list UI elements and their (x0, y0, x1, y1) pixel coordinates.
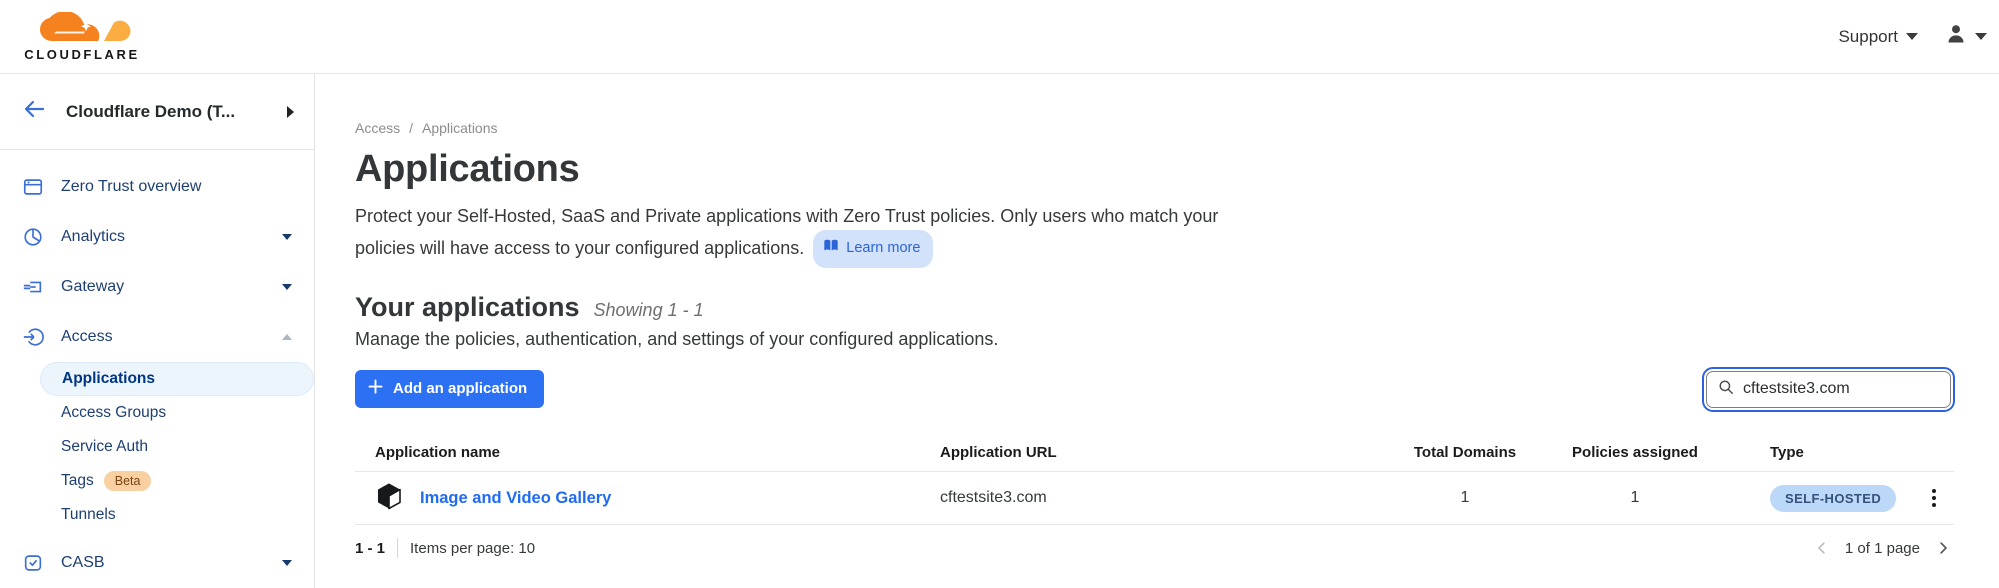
section-title: Your applications (355, 292, 580, 323)
search-input[interactable] (1743, 380, 1940, 398)
breadcrumb-applications[interactable]: Applications (422, 120, 498, 136)
sidebar-item-applications[interactable]: Applications (40, 362, 314, 396)
account-name: Cloudflare Demo (T... (66, 102, 287, 122)
section-description: Manage the policies, authentication, and… (355, 329, 1954, 350)
chevron-right-icon (287, 106, 294, 118)
overview-icon (22, 176, 44, 198)
breadcrumb: Access / Applications (355, 120, 1954, 136)
pagination-range: 1 - 1 (355, 540, 385, 557)
support-label: Support (1838, 27, 1898, 47)
items-per-page: Items per page: 10 (410, 540, 535, 557)
total-domains-cell: 1 (1390, 489, 1540, 507)
table-row: Image and Video Gallery cftestsite3.com … (355, 472, 1954, 525)
sidebar-item-label: Analytics (61, 228, 282, 246)
main-content: Access / Applications Applications Prote… (315, 74, 1999, 588)
book-icon (823, 233, 839, 264)
chevron-down-icon (1975, 33, 1987, 40)
col-application-name: Application name (355, 444, 940, 461)
support-menu[interactable]: Support (1838, 27, 1918, 47)
sidebar-item-casb[interactable]: CASB (0, 538, 314, 588)
cloudflare-cloud-icon (30, 12, 134, 49)
type-badge: SELF-HOSTED (1770, 485, 1896, 512)
sidebar: Cloudflare Demo (T... Zero Trust overvie… (0, 74, 315, 588)
top-header: CLOUDFLARE Support (0, 0, 1999, 74)
sidebar-item-access-groups[interactable]: Access Groups (0, 396, 314, 430)
sub-item-label: Applications (62, 370, 155, 388)
sidebar-item-analytics[interactable]: Analytics (0, 212, 314, 262)
table-header-row: Application name Application URL Total D… (355, 434, 1954, 472)
access-icon (22, 326, 44, 348)
app-cube-icon (375, 482, 403, 515)
application-link[interactable]: Image and Video Gallery (420, 489, 611, 508)
col-type: Type (1730, 444, 1914, 461)
learn-more-label: Learn more (846, 233, 920, 264)
page-description-text: Protect your Self-Hosted, SaaS and Priva… (355, 206, 1218, 258)
account-user-menu[interactable] (1944, 22, 1987, 51)
analytics-icon (22, 226, 44, 248)
add-application-button[interactable]: Add an application (355, 370, 544, 408)
learn-more-button[interactable]: Learn more (813, 230, 933, 268)
back-arrow-icon[interactable] (22, 97, 46, 126)
access-subnav: Applications Access Groups Service Auth … (0, 362, 314, 532)
plus-icon (368, 379, 383, 398)
search-icon (1717, 378, 1735, 401)
chevron-down-icon (282, 284, 292, 290)
sidebar-item-label: Access (61, 328, 282, 346)
sub-item-label: Service Auth (61, 438, 148, 456)
page-indicator: 1 of 1 page (1845, 540, 1920, 557)
page-description: Protect your Self-Hosted, SaaS and Priva… (355, 201, 1260, 270)
sidebar-item-access[interactable]: Access (0, 312, 314, 362)
cloudflare-logo-text: CLOUDFLARE (24, 47, 140, 62)
previous-page-button[interactable] (1813, 539, 1831, 557)
next-page-button[interactable] (1934, 539, 1952, 557)
col-policies-assigned: Policies assigned (1540, 444, 1730, 461)
add-application-label: Add an application (393, 380, 527, 397)
gateway-icon (22, 276, 44, 298)
sidebar-item-zero-trust-overview[interactable]: Zero Trust overview (0, 162, 314, 212)
user-icon (1944, 22, 1968, 51)
account-selector[interactable]: Cloudflare Demo (T... (0, 74, 314, 150)
application-url-cell: cftestsite3.com (940, 489, 1390, 507)
divider (397, 538, 398, 558)
col-total-domains: Total Domains (1390, 444, 1540, 461)
chevron-down-icon (282, 560, 292, 566)
sidebar-item-label: Gateway (61, 278, 282, 296)
chevron-down-icon (282, 234, 292, 240)
sub-item-label: Tunnels (61, 506, 116, 524)
pagination-bar: 1 - 1 Items per page: 10 1 of 1 page (355, 525, 1954, 571)
showing-count: Showing 1 - 1 (594, 300, 704, 321)
cloudflare-logo[interactable]: CLOUDFLARE (17, 12, 147, 62)
page-title: Applications (355, 148, 1954, 191)
sub-item-label: Tags (61, 472, 94, 490)
policies-assigned-cell: 1 (1540, 489, 1730, 507)
chevron-down-icon (1906, 33, 1918, 40)
sidebar-item-label: CASB (61, 554, 282, 572)
breadcrumb-access[interactable]: Access (355, 120, 400, 136)
beta-badge: Beta (104, 471, 152, 491)
casb-icon (22, 552, 44, 574)
chevron-up-icon (282, 334, 292, 340)
sidebar-item-tunnels[interactable]: Tunnels (0, 498, 314, 532)
sidebar-item-gateway[interactable]: Gateway (0, 262, 314, 312)
sidebar-item-tags[interactable]: Tags Beta (0, 464, 314, 498)
row-actions-menu[interactable] (1928, 485, 1940, 511)
sidebar-nav: Zero Trust overview Analytics Gateway (0, 150, 314, 588)
sub-item-label: Access Groups (61, 404, 166, 422)
search-box[interactable] (1706, 371, 1951, 408)
sidebar-item-label: Zero Trust overview (61, 178, 292, 196)
applications-table: Application name Application URL Total D… (355, 434, 1954, 525)
sidebar-item-service-auth[interactable]: Service Auth (0, 430, 314, 464)
breadcrumb-separator: / (409, 120, 413, 136)
col-application-url: Application URL (940, 444, 1390, 461)
